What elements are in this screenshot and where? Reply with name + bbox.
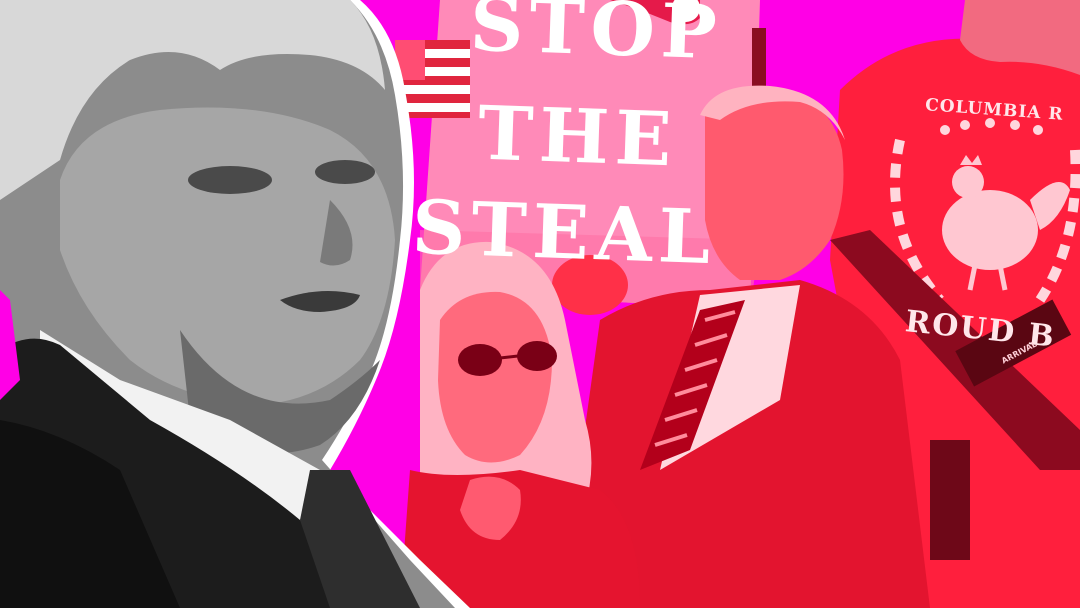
collage-scene [0, 0, 1080, 608]
sign-line-stop: STOP [468, 0, 725, 77]
rifle-barrel [752, 28, 766, 88]
sign-line-the: THE [476, 90, 679, 184]
portrait-eye-left [188, 166, 272, 194]
portrait-eye-right [315, 160, 375, 184]
sign-line-steal: STEAL [410, 184, 718, 282]
collage-canvas: STOP THE STEAL COLUMBIA R ROUD B ARRIVAL [0, 0, 1080, 608]
